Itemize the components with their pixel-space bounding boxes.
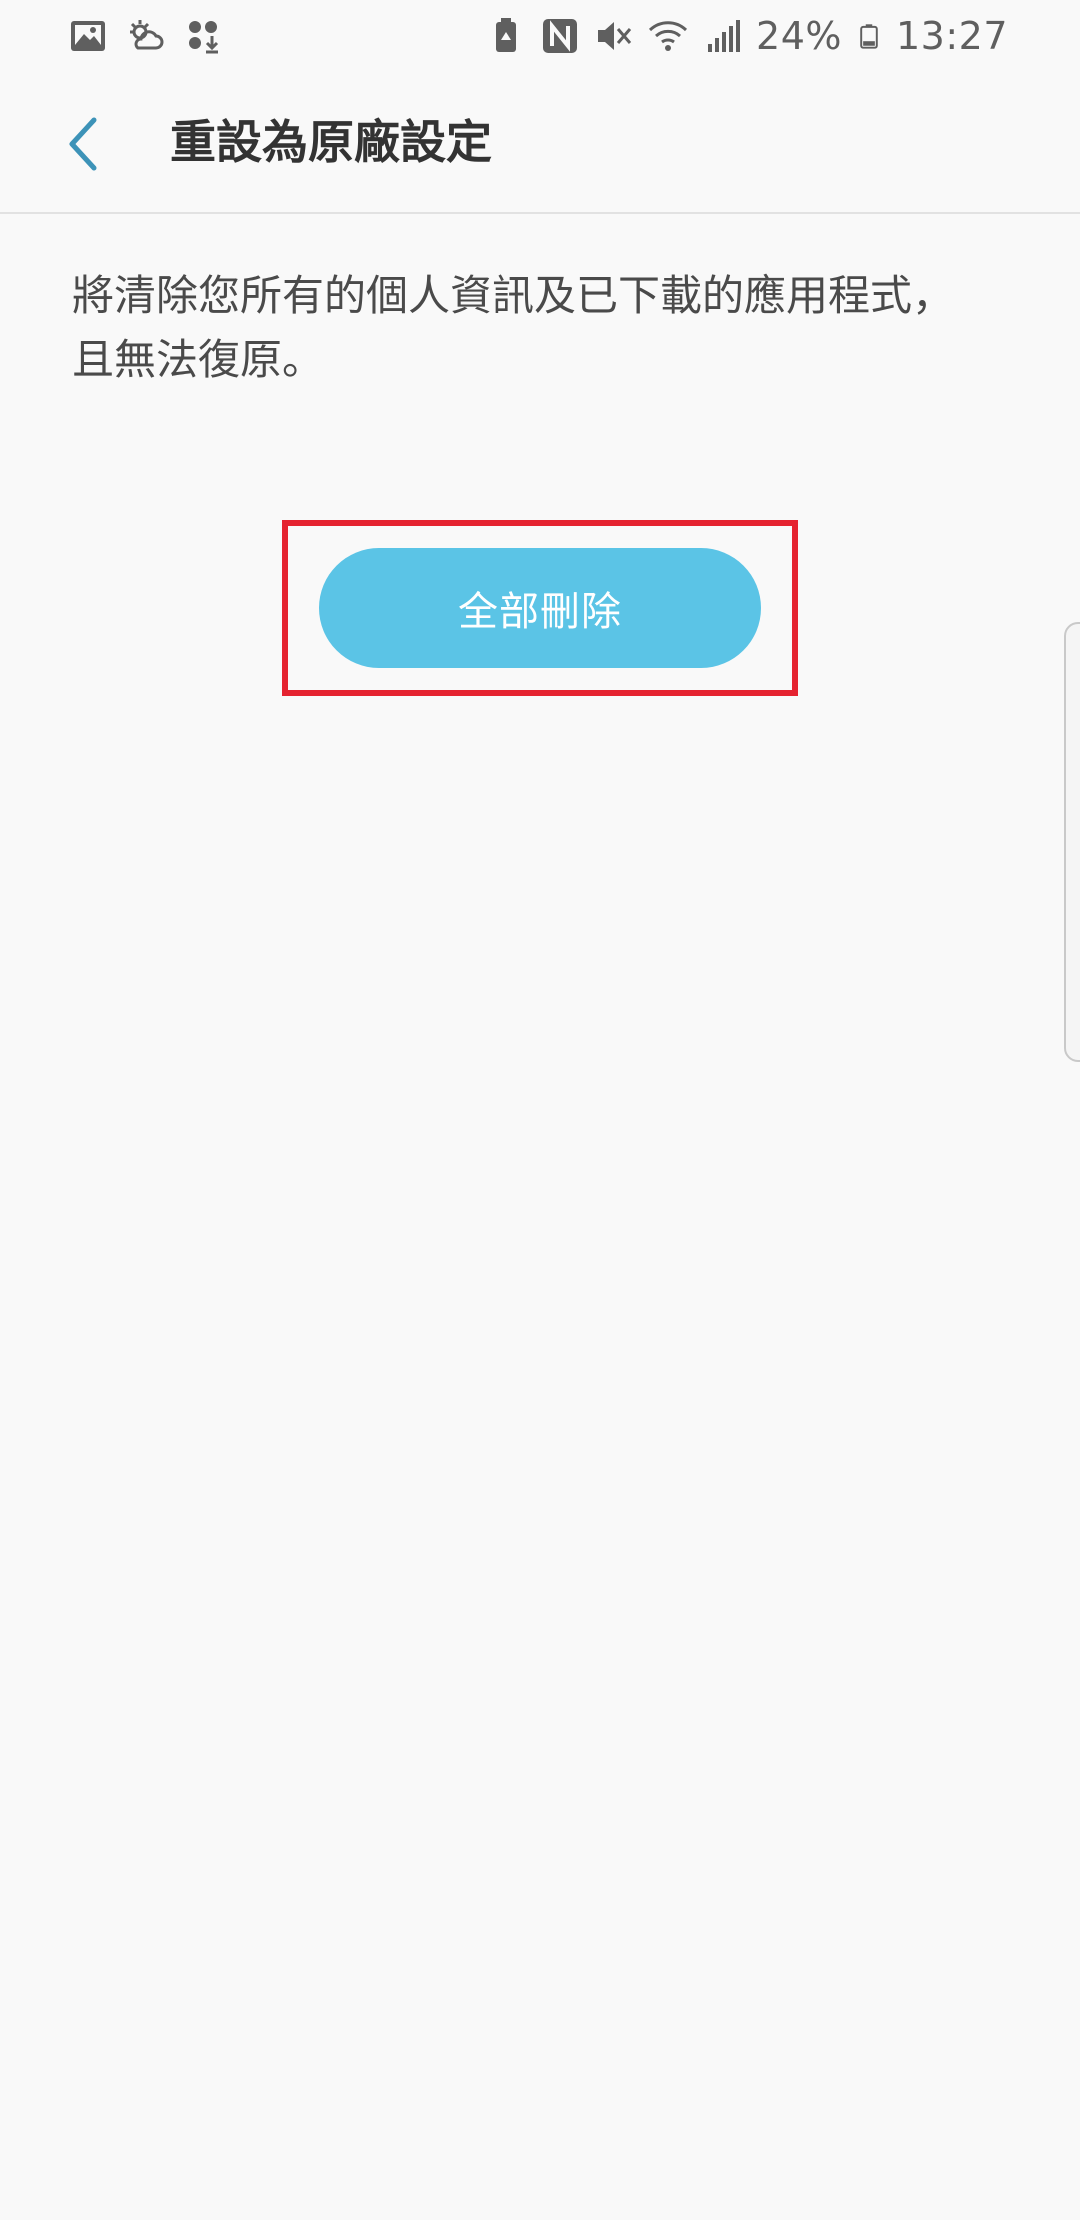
battery-icon [860,24,878,49]
reset-description: 將清除您所有的個人資訊及已下載的應用程式， 且無法復原。 [72,264,1012,392]
back-button[interactable] [56,114,112,174]
nfc-icon [543,19,578,53]
edge-panel-handle[interactable] [1064,622,1080,1062]
mute-icon [598,22,632,50]
clock: 13:27 [895,14,1008,58]
status-bar: 24% 13:27 [0,0,1080,72]
wifi-icon [648,21,688,51]
description-line-2: 且無法復原。 [72,335,325,384]
chevron-left-icon [69,117,97,171]
signal-icon [708,20,741,52]
description-line-1: 將清除您所有的個人資訊及已下載的應用程式， [72,271,955,320]
page-title: 重設為原廠設定 [170,115,492,169]
battery-saver-icon [496,18,517,52]
reset-screen: 24% 13:27 重設為原廠設定 將清除您所有的個人資訊及已下載的應用程式， … [0,0,1080,2220]
status-bar-right: 24% 13:27 [486,10,1008,62]
delete-all-button[interactable]: 全部刪除 [319,548,761,668]
status-bar-left [68,14,224,58]
battery-percent: 24% [756,14,842,58]
weather-icon [130,20,164,50]
gallery-icon [71,21,105,51]
download-icon [189,21,219,54]
app-bar: 重設為原廠設定 [0,72,1080,214]
